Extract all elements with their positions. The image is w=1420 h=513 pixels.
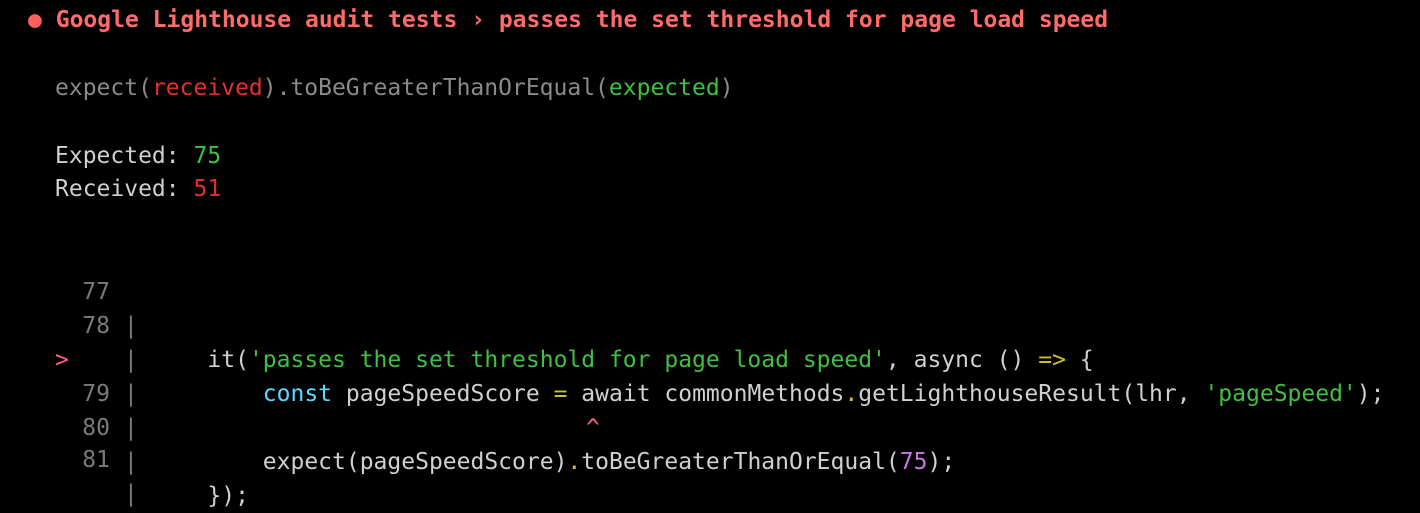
code-line: 80 | }); — [0, 377, 249, 509]
expected-row: Expected: 75 — [55, 139, 221, 173]
code-text: }); — [207, 483, 249, 509]
matcher-suffix: ) — [719, 75, 734, 101]
test-failure-title: ● Google Lighthouse audit tests › passes… — [28, 3, 1108, 37]
matcher-received: received — [151, 75, 263, 101]
expected-value: 75 — [193, 143, 222, 169]
gutter-pipe: | — [124, 449, 138, 475]
matcher-prefix: expect( — [55, 75, 152, 101]
line-number: 81 — [82, 447, 110, 473]
code-text: const pageSpeedScore = await commonMetho… — [262, 381, 1385, 407]
code-text: it('passes the set threshold for page lo… — [207, 347, 1094, 373]
received-value: 51 — [193, 176, 222, 202]
gutter-pipe: | — [124, 347, 138, 373]
line-number: 77 — [82, 279, 110, 305]
received-label: Received: — [55, 176, 194, 202]
code-line: 81 | — [0, 409, 138, 507]
expected-label: Expected: — [55, 143, 194, 169]
line-number: 79 — [82, 381, 110, 407]
received-row: Received: 51 — [55, 172, 221, 206]
matcher-hint: expect(received).toBeGreaterThanOrEqual(… — [55, 71, 734, 105]
error-line-marker-icon: > — [55, 347, 69, 373]
failure-bullet-icon: ● — [28, 7, 42, 33]
code-text: expect(pageSpeedScore).toBeGreaterThanOr… — [262, 449, 956, 475]
terminal-window: { "test": { "bullet": "●", "title": "Goo… — [0, 0, 1420, 509]
code-line-highlighted: > 79 | expect(pageSpeedScore).toBeGreate… — [0, 309, 955, 475]
matcher-expected: expected — [608, 75, 720, 101]
gutter-pipe: | — [124, 481, 138, 507]
error-caret-icon: ^ — [586, 415, 600, 441]
line-number: 80 — [82, 415, 110, 441]
line-number: 78 — [82, 313, 110, 339]
test-title-text: Google Lighthouse audit tests › passes t… — [55, 7, 1109, 33]
gutter-pipe: | — [124, 313, 138, 339]
gutter-pipe: | — [124, 415, 138, 441]
code-caret-line: | ^ — [0, 343, 600, 441]
code-line: 77 | it('passes the set threshold for pa… — [0, 241, 1093, 373]
code-line: 78 | const pageSpeedScore = await common… — [0, 275, 1384, 407]
gutter-pipe: | — [124, 381, 138, 407]
matcher-method: ).toBeGreaterThanOrEqual( — [262, 75, 609, 101]
